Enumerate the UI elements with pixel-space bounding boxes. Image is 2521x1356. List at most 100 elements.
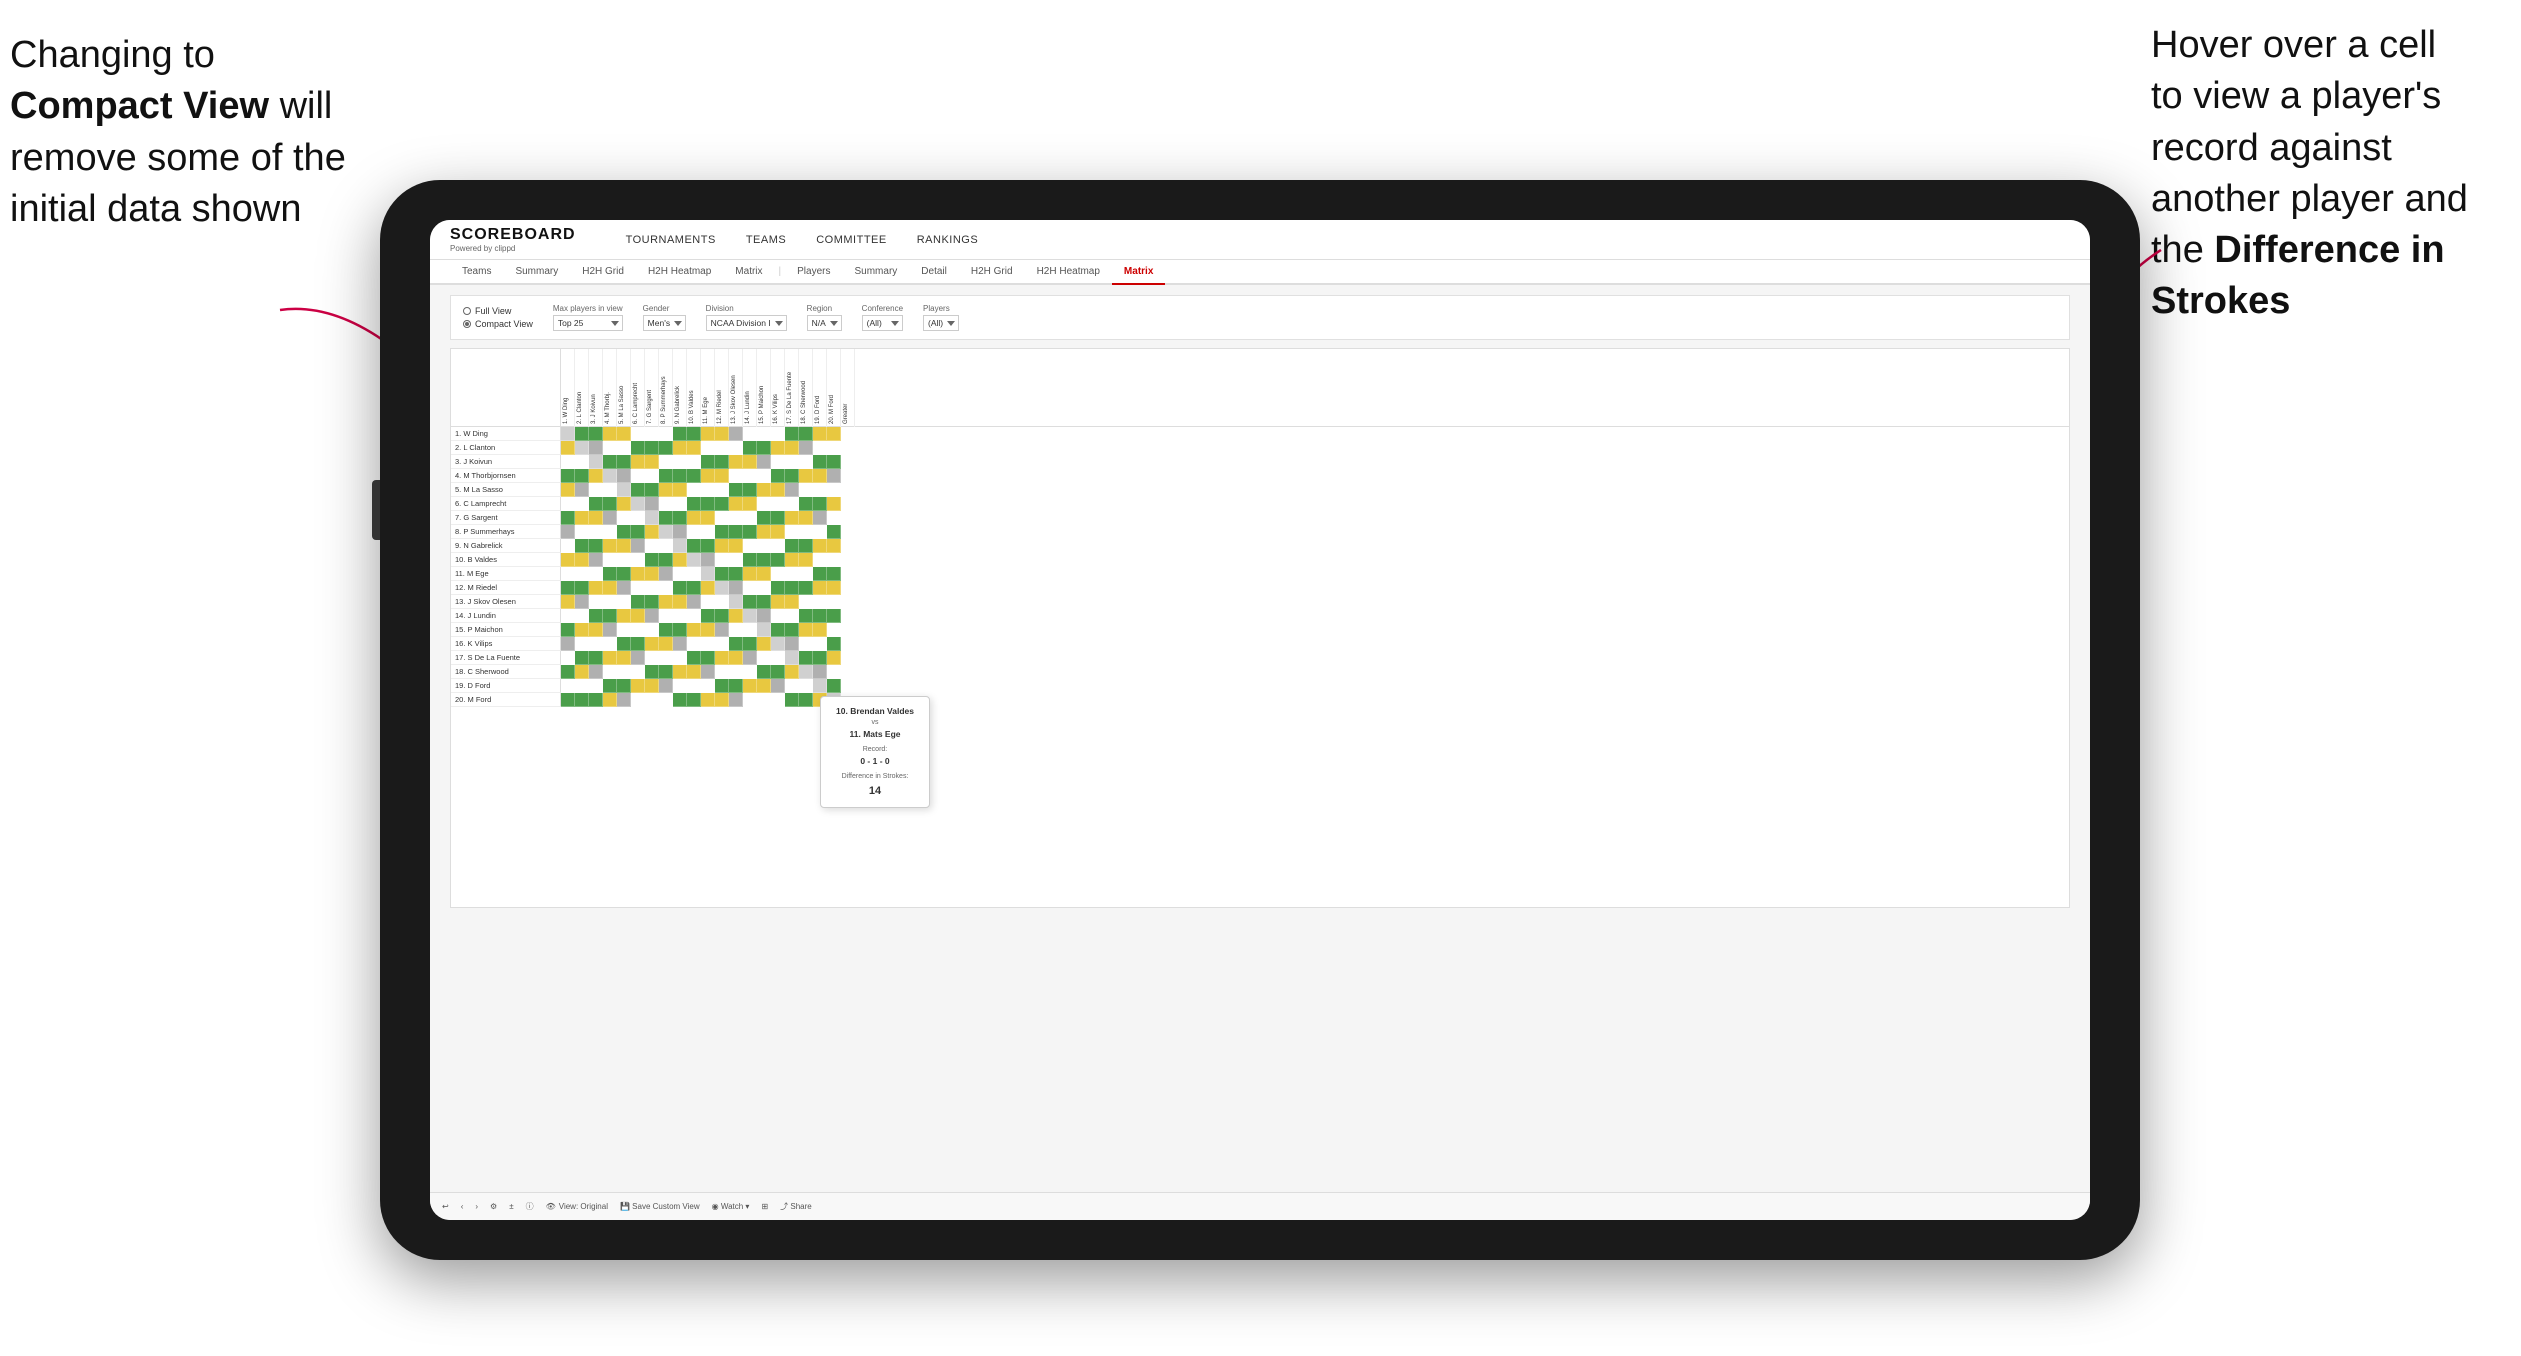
cell-7-17[interactable] — [799, 525, 813, 539]
cell-12-2[interactable] — [589, 595, 603, 609]
cell-7-1[interactable] — [575, 525, 589, 539]
cell-6-4[interactable] — [617, 511, 631, 525]
cell-14-15[interactable] — [771, 623, 785, 637]
cell-3-5[interactable] — [631, 469, 645, 483]
cell-2-9[interactable] — [687, 455, 701, 469]
cell-4-8[interactable] — [673, 483, 687, 497]
cell-16-4[interactable] — [617, 651, 631, 665]
cell-5-0[interactable] — [561, 497, 575, 511]
cell-8-3[interactable] — [603, 539, 617, 553]
cell-15-19[interactable] — [827, 637, 841, 651]
cell-2-0[interactable] — [561, 455, 575, 469]
cell-5-2[interactable] — [589, 497, 603, 511]
tab-h2h-grid1[interactable]: H2H Grid — [570, 260, 636, 285]
cell-15-8[interactable] — [673, 637, 687, 651]
cell-9-20[interactable] — [841, 553, 855, 567]
cell-5-16[interactable] — [785, 497, 799, 511]
toolbar-watch[interactable]: ◉ Watch ▾ — [712, 1202, 750, 1211]
cell-14-13[interactable] — [743, 623, 757, 637]
cell-3-10[interactable] — [701, 469, 715, 483]
cell-8-12[interactable] — [729, 539, 743, 553]
cell-16-11[interactable] — [715, 651, 729, 665]
cell-9-0[interactable] — [561, 553, 575, 567]
cell-0-18[interactable] — [813, 427, 827, 441]
cell-0-12[interactable] — [729, 427, 743, 441]
cell-8-10[interactable] — [701, 539, 715, 553]
cell-14-1[interactable] — [575, 623, 589, 637]
cell-0-2[interactable] — [589, 427, 603, 441]
cell-4-12[interactable] — [729, 483, 743, 497]
cell-9-3[interactable] — [603, 553, 617, 567]
cell-1-17[interactable] — [799, 441, 813, 455]
cell-6-8[interactable] — [673, 511, 687, 525]
tab-matrix1[interactable]: Matrix — [723, 260, 774, 285]
cell-13-8[interactable] — [673, 609, 687, 623]
cell-12-0[interactable] — [561, 595, 575, 609]
cell-19-4[interactable] — [617, 693, 631, 707]
cell-15-17[interactable] — [799, 637, 813, 651]
cell-6-2[interactable] — [589, 511, 603, 525]
cell-8-18[interactable] — [813, 539, 827, 553]
cell-2-16[interactable] — [785, 455, 799, 469]
cell-9-19[interactable] — [827, 553, 841, 567]
cell-15-15[interactable] — [771, 637, 785, 651]
cell-10-6[interactable] — [645, 567, 659, 581]
cell-6-20[interactable] — [841, 511, 855, 525]
cell-14-10[interactable] — [701, 623, 715, 637]
cell-11-0[interactable] — [561, 581, 575, 595]
cell-4-19[interactable] — [827, 483, 841, 497]
cell-4-4[interactable] — [617, 483, 631, 497]
cell-0-19[interactable] — [827, 427, 841, 441]
cell-11-11[interactable] — [715, 581, 729, 595]
cell-12-16[interactable] — [785, 595, 799, 609]
cell-5-4[interactable] — [617, 497, 631, 511]
cell-3-12[interactable] — [729, 469, 743, 483]
cell-8-17[interactable] — [799, 539, 813, 553]
cell-18-16[interactable] — [785, 679, 799, 693]
cell-7-5[interactable] — [631, 525, 645, 539]
cell-8-14[interactable] — [757, 539, 771, 553]
cell-4-16[interactable] — [785, 483, 799, 497]
toolbar-info[interactable]: ⓘ — [526, 1201, 534, 1212]
cell-3-9[interactable] — [687, 469, 701, 483]
cell-18-8[interactable] — [673, 679, 687, 693]
cell-11-1[interactable] — [575, 581, 589, 595]
cell-13-1[interactable] — [575, 609, 589, 623]
cell-7-0[interactable] — [561, 525, 575, 539]
max-players-select[interactable]: Top 25 — [553, 315, 623, 331]
cell-13-17[interactable] — [799, 609, 813, 623]
cell-17-6[interactable] — [645, 665, 659, 679]
cell-16-9[interactable] — [687, 651, 701, 665]
cell-3-1[interactable] — [575, 469, 589, 483]
cell-9-10[interactable] — [701, 553, 715, 567]
cell-17-16[interactable] — [785, 665, 799, 679]
cell-2-8[interactable] — [673, 455, 687, 469]
cell-9-1[interactable] — [575, 553, 589, 567]
cell-18-2[interactable] — [589, 679, 603, 693]
cell-7-13[interactable] — [743, 525, 757, 539]
cell-0-13[interactable] — [743, 427, 757, 441]
cell-10-7[interactable] — [659, 567, 673, 581]
cell-4-17[interactable] — [799, 483, 813, 497]
cell-5-1[interactable] — [575, 497, 589, 511]
tab-summary1[interactable]: Summary — [503, 260, 570, 285]
cell-0-1[interactable] — [575, 427, 589, 441]
cell-0-16[interactable] — [785, 427, 799, 441]
cell-18-18[interactable] — [813, 679, 827, 693]
cell-10-9[interactable] — [687, 567, 701, 581]
cell-12-4[interactable] — [617, 595, 631, 609]
cell-10-0[interactable] — [561, 567, 575, 581]
cell-0-10[interactable] — [701, 427, 715, 441]
toolbar-settings[interactable]: ⚙ — [490, 1202, 497, 1211]
players-filter-select[interactable]: (All) — [923, 315, 959, 331]
cell-2-11[interactable] — [715, 455, 729, 469]
nav-committee[interactable]: COMMITTEE — [816, 230, 887, 250]
cell-16-6[interactable] — [645, 651, 659, 665]
cell-18-15[interactable] — [771, 679, 785, 693]
cell-2-3[interactable] — [603, 455, 617, 469]
cell-11-4[interactable] — [617, 581, 631, 595]
cell-4-20[interactable] — [841, 483, 855, 497]
cell-3-14[interactable] — [757, 469, 771, 483]
cell-7-10[interactable] — [701, 525, 715, 539]
cell-7-20[interactable] — [841, 525, 855, 539]
